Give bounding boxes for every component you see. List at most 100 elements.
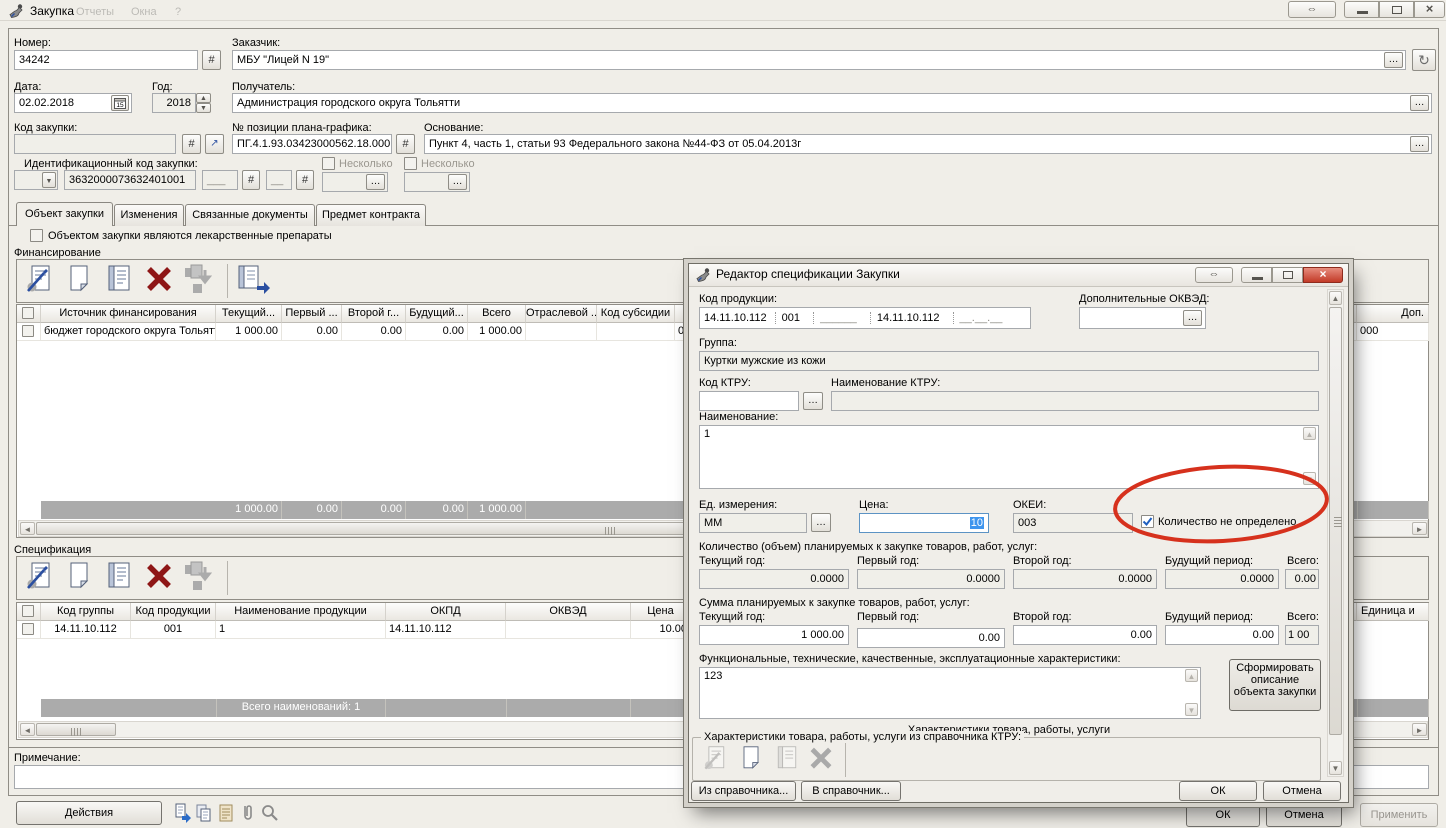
edit-icon[interactable] [23,561,59,595]
financing-col-otraslevoy[interactable]: Отраслевой ... [526,305,597,323]
window-close-button[interactable]: × [1414,1,1445,18]
scroll-down-icon[interactable]: ▼ [1303,472,1316,485]
financing-cell-pervyy[interactable]: 0.00 [282,323,342,341]
scroll-left-icon[interactable]: ◄ [20,723,35,736]
financing-cell-tekushchiy[interactable]: 1 000.00 [216,323,282,341]
window-detach-button[interactable]: ⇔ [1288,1,1336,18]
neskolko2-ellipsis-button[interactable]: … [448,174,467,190]
new-icon[interactable] [63,264,99,298]
dlg-kod-produkcii-field[interactable]: 14.11.10.112 001 ______ 14.11.10.112 __.… [699,307,1031,329]
ikz-part1-field[interactable]: ___ [202,170,238,190]
kod-zakupki-number-button[interactable]: # [182,134,201,154]
dialog-detach-button[interactable]: ⇔ [1195,267,1233,283]
dialog-vscroll-thumb[interactable] [1329,307,1342,735]
scroll-up-icon[interactable]: ▲ [1185,669,1198,682]
row-checkbox[interactable] [22,623,34,635]
ikz-part1-number-button[interactable]: # [242,170,260,190]
scroll-right-icon[interactable]: ► [1412,522,1427,535]
notes-icon[interactable] [216,803,236,825]
drugs-checkbox[interactable] [30,229,43,242]
dlg-ed-izm-field[interactable]: ММ [699,513,807,533]
edit-icon[interactable] [23,264,59,298]
main-ok-button[interactable]: ОК [1186,803,1260,827]
financing-select-all[interactable] [17,305,41,323]
dlg-naimenovanie-textarea[interactable]: 1 [699,425,1319,489]
spec-col-edinica[interactable]: Единица и [1357,603,1429,621]
neskolko1-checkbox[interactable] [322,157,335,170]
dlg-naim-ktru-field[interactable] [831,391,1319,411]
to-dictionary-button[interactable]: В справочник... [801,781,901,801]
dlg-okei-field[interactable]: 003 [1013,513,1133,533]
scroll-left-icon[interactable]: ◄ [20,522,35,535]
zakazchik-ellipsis-button[interactable]: … [1384,52,1403,68]
list-icon[interactable] [103,264,139,298]
spec-select-all[interactable] [17,603,41,621]
list-icon[interactable] [103,561,139,595]
qty-budushchiy-field[interactable]: 0.0000 [1165,569,1279,589]
copy-to-icon[interactable] [235,264,271,298]
sum-vtoroy-field[interactable]: 0.00 [1013,625,1157,645]
sum-budushchiy-field[interactable]: 0.00 [1165,625,1279,645]
ikz-field[interactable]: 3632000073632401001 [64,170,196,190]
financing-cell-budushchiy[interactable]: 0.00 [406,323,468,341]
spec-col-kod-produkcii[interactable]: Код продукции [131,603,216,621]
dlg-cena-field[interactable]: 10 [859,513,989,533]
qty-tekushchiy-field[interactable]: 0.0000 [699,569,849,589]
neskolko1-ellipsis-button[interactable]: … [366,174,385,190]
nomer-number-button[interactable]: # [202,50,221,70]
header-checkbox[interactable] [22,605,34,617]
spec-cell-cena[interactable]: 10.00 [631,621,691,639]
financing-cell-vtoroy[interactable]: 0.00 [342,323,406,341]
sum-vsego-field[interactable]: 1 00 [1285,625,1319,645]
scroll-right-icon[interactable]: ► [1412,723,1427,736]
sum-tekushchiy-field[interactable]: 1 000.00 [699,625,849,645]
ed-izm-ellipsis-button[interactable]: … [811,513,831,532]
scroll-up-icon[interactable]: ▲ [1329,291,1342,305]
sum-pervyy-field[interactable]: 0.00 [857,628,1005,648]
financing-col-vsego[interactable]: Всего [468,305,526,323]
scroll-down-icon[interactable]: ▼ [1329,761,1342,775]
edit-icon-disabled[interactable] [701,745,731,775]
window-maximize-button[interactable] [1379,1,1414,18]
neskolko2-checkbox[interactable] [404,157,417,170]
func-scroll[interactable]: ▲ ▼ [1185,669,1199,717]
kod-ktru-ellipsis-button[interactable]: … [803,392,823,410]
dialog-maximize-button[interactable] [1272,267,1303,283]
dlg-kod-ktru-field[interactable] [699,391,799,411]
main-cancel-button[interactable]: Отмена [1266,803,1342,827]
poluchatel-ellipsis-button[interactable]: … [1410,95,1429,111]
financing-col-subsidiya[interactable]: Код субсидии [597,305,675,323]
financing-col-tekushchiy[interactable]: Текущий... [216,305,282,323]
financing-col-pervyy[interactable]: Первый ... [282,305,342,323]
scroll-down-icon[interactable]: ▼ [1185,703,1198,716]
list-icon-disabled[interactable] [773,745,803,775]
spec-cell-kod-gruppy[interactable]: 14.11.10.112 [41,621,131,639]
god-field[interactable]: 2018 [152,93,196,113]
kod-zakupki-field[interactable] [14,134,176,154]
osnovanie-ellipsis-button[interactable]: … [1410,136,1429,152]
dlg-gruppa-field[interactable]: Куртки мужские из кожи [699,351,1319,371]
spec-col-okved[interactable]: ОКВЭД [506,603,631,621]
osnovanie-field[interactable]: Пункт 4, часть 1, статьи 93 Федерального… [424,134,1432,154]
ikz-part2-field[interactable]: __ [266,170,292,190]
financing-cell-subsidiya[interactable] [597,323,675,341]
spec-col-naimenovanie[interactable]: Наименование продукции [216,603,386,621]
financing-col-vtoroy[interactable]: Второй г... [342,305,406,323]
financing-col-budushchiy[interactable]: Будущий... [406,305,468,323]
copy-icon[interactable] [194,803,214,825]
tab-obekt-zakupki[interactable]: Объект закупки [16,202,113,226]
dialog-ok-button[interactable]: ОК [1179,781,1257,801]
dialog-close-button[interactable]: × [1303,267,1343,283]
tab-izmeneniya[interactable]: Изменения [114,204,184,226]
window-minimize-button[interactable] [1344,1,1379,18]
new-icon[interactable] [63,561,99,595]
spec-col-kod-gruppy[interactable]: Код группы [41,603,131,621]
nomer-field[interactable]: 34242 [14,50,198,70]
spec-col-cena[interactable]: Цена [631,603,691,621]
from-dictionary-button[interactable]: Из справочника... [691,781,796,801]
qty-not-defined-checkbox[interactable] [1141,515,1154,528]
delete-icon[interactable] [143,264,179,298]
delete-icon[interactable] [143,561,179,595]
naimenovanie-scroll[interactable]: ▲ ▼ [1303,427,1317,487]
financing-cell-dop[interactable]: 000 [1357,323,1429,341]
